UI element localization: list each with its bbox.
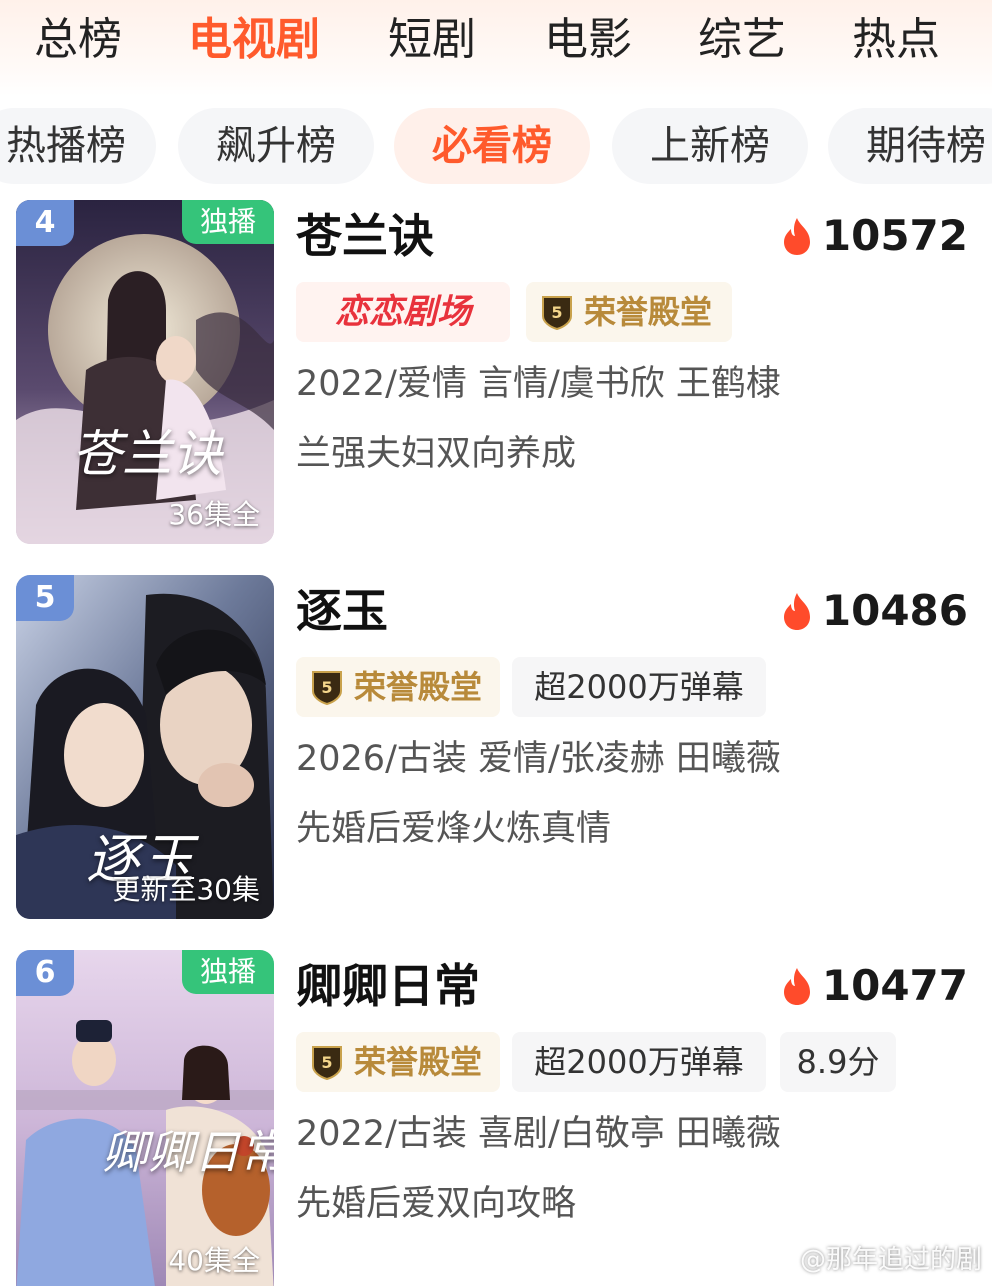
medal-5-icon: 5 xyxy=(312,1046,342,1080)
rank-badge: 6 xyxy=(16,950,74,996)
tag-honor-hall: 5 荣誉殿堂 xyxy=(526,282,732,342)
tag-danmaku: 超2000万弹幕 xyxy=(512,657,766,717)
description: 先婚后爱双向攻略 xyxy=(296,1184,577,1224)
list-item[interactable]: 逐玉 5 更新至30集 逐玉 10486 5 荣誉殿堂 超2000万弹幕 202… xyxy=(0,575,992,925)
rank-badge: 4 xyxy=(16,200,74,246)
list-item[interactable]: 卿卿日常 6 独播 40集全 卿卿日常 10477 5 荣誉殿堂 超2000万弹… xyxy=(0,950,992,1286)
tab-short-drama[interactable]: 短剧 xyxy=(388,14,476,66)
poster-image[interactable]: 苍兰诀 4 独播 36集全 xyxy=(16,200,274,544)
drama-title[interactable]: 逐玉 xyxy=(296,583,388,639)
subtab-new[interactable]: 上新榜 xyxy=(612,108,808,184)
drama-title[interactable]: 苍兰诀 xyxy=(296,208,434,264)
poster-title-text: 苍兰诀 xyxy=(72,425,222,483)
meta-info: 2026/古装 爱情/张凌赫 田曦薇 xyxy=(296,739,781,779)
heat-score: 10477 xyxy=(780,960,968,1012)
heat-score: 10486 xyxy=(780,585,968,637)
svg-text:5: 5 xyxy=(321,678,332,697)
tab-tv-series[interactable]: 电视剧 xyxy=(188,14,320,66)
description: 兰强夫妇双向养成 xyxy=(296,434,577,474)
subtab-must-watch[interactable]: 必看榜 xyxy=(394,108,590,184)
list-item[interactable]: 苍兰诀 4 独播 36集全 苍兰诀 10572 恋恋剧场 5 荣誉殿堂 2022… xyxy=(0,200,992,550)
top-category-tabs: 总榜 电视剧 短剧 电影 综艺 热点 xyxy=(0,0,992,96)
episode-count: 36集全 xyxy=(168,498,260,531)
exclusive-badge: 独播 xyxy=(182,200,274,244)
ranking-sub-tabs: 热播榜 飙升榜 必看榜 上新榜 期待榜 xyxy=(0,108,992,184)
poster-image[interactable]: 卿卿日常 6 独播 40集全 xyxy=(16,950,274,1286)
medal-5-icon: 5 xyxy=(312,671,342,705)
watermark: @那年追过的剧 xyxy=(762,1239,982,1276)
tag-theater: 恋恋剧场 xyxy=(296,282,510,342)
subtab-anticipated[interactable]: 期待榜 xyxy=(828,108,992,184)
meta-info: 2022/爱情 言情/虞书欣 王鹤棣 xyxy=(296,364,781,404)
poster-image[interactable]: 逐玉 5 更新至30集 xyxy=(16,575,274,919)
tab-variety[interactable]: 综艺 xyxy=(698,14,786,66)
svg-text:5: 5 xyxy=(321,1053,332,1072)
weibo-icon xyxy=(762,1246,794,1271)
episode-count: 更新至30集 xyxy=(112,873,260,906)
tag-honor-label: 荣誉殿堂 xyxy=(584,293,713,331)
flame-icon xyxy=(783,593,810,630)
tag-honor-hall: 5 荣誉殿堂 xyxy=(296,1032,500,1092)
rank-badge: 5 xyxy=(16,575,74,621)
poster-title-text: 卿卿日常 xyxy=(102,1125,274,1179)
flame-icon xyxy=(783,968,810,1005)
tab-hot[interactable]: 热点 xyxy=(852,14,940,66)
tag-honor-label: 荣誉殿堂 xyxy=(354,1043,483,1081)
flame-icon xyxy=(783,218,810,255)
poster-art xyxy=(16,200,274,544)
heat-score: 10572 xyxy=(780,210,968,262)
watermark-text: @那年追过的剧 xyxy=(799,1245,982,1275)
heat-value: 10477 xyxy=(821,961,968,1010)
tag-honor-label: 荣誉殿堂 xyxy=(354,668,483,706)
medal-5-icon: 5 xyxy=(542,296,572,330)
tab-all[interactable]: 总榜 xyxy=(34,14,122,66)
drama-title[interactable]: 卿卿日常 xyxy=(296,958,480,1014)
subtab-hot-play[interactable]: 热播榜 xyxy=(0,108,156,184)
subtab-rising[interactable]: 飙升榜 xyxy=(178,108,374,184)
tab-movie[interactable]: 电影 xyxy=(544,14,632,66)
episode-count: 40集全 xyxy=(168,1244,260,1277)
tag-danmaku: 超2000万弹幕 xyxy=(512,1032,766,1092)
tag-rating: 8.9分 xyxy=(780,1032,896,1092)
tag-honor-hall: 5 荣誉殿堂 xyxy=(296,657,500,717)
heat-value: 10572 xyxy=(821,211,968,260)
exclusive-badge: 独播 xyxy=(182,950,274,994)
heat-value: 10486 xyxy=(821,586,968,635)
description: 先婚后爱烽火炼真情 xyxy=(296,809,612,849)
meta-info: 2022/古装 喜剧/白敬亭 田曦薇 xyxy=(296,1114,781,1154)
svg-text:5: 5 xyxy=(551,303,562,322)
